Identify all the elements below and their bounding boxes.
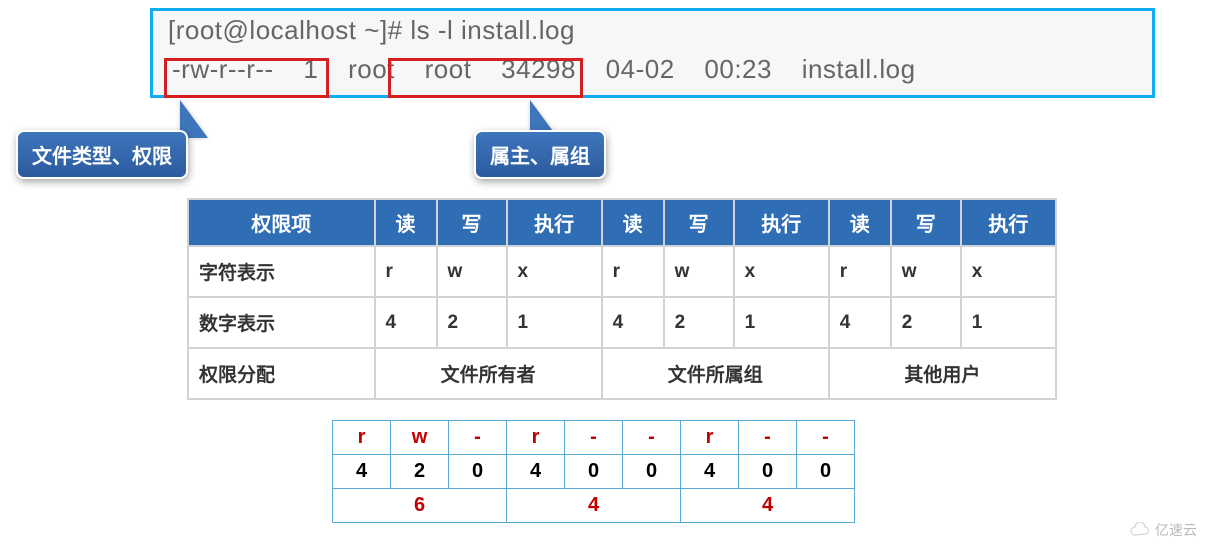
sym-7: - xyxy=(739,421,797,455)
header-read-3: 读 xyxy=(829,199,891,246)
num-row-sums: 6 4 4 xyxy=(333,489,855,523)
val-0: 4 xyxy=(333,455,391,489)
header-write-1: 写 xyxy=(437,199,507,246)
terminal-command: [root@localhost ~]# ls -l install.log xyxy=(168,15,1137,46)
val-6: 4 xyxy=(681,455,739,489)
sum-group: 4 xyxy=(507,489,681,523)
val-1: 2 xyxy=(391,455,449,489)
cell-num-4-2: 4 xyxy=(602,297,664,348)
permission-reference-table: 权限项 读 写 执行 读 写 执行 读 写 执行 字符表示 r w x r w … xyxy=(187,198,1057,400)
terminal-output-box: [root@localhost ~]# ls -l install.log -r… xyxy=(150,8,1155,98)
sym-1: w xyxy=(391,421,449,455)
header-write-3: 写 xyxy=(891,199,961,246)
header-write-2: 写 xyxy=(664,199,734,246)
cell-num-4-3: 4 xyxy=(829,297,891,348)
cell-num-2-2: 2 xyxy=(664,297,734,348)
table-row-char: 字符表示 r w x r w x r w x xyxy=(188,246,1056,297)
cell-char-w1: w xyxy=(437,246,507,297)
cell-alloc-label: 权限分配 xyxy=(188,348,375,399)
sym-8: - xyxy=(797,421,855,455)
cell-char-r2: r xyxy=(602,246,664,297)
sym-6: r xyxy=(681,421,739,455)
cell-char-x2: x xyxy=(734,246,829,297)
table-row-alloc: 权限分配 文件所有者 文件所属组 其他用户 xyxy=(188,348,1056,399)
cell-char-w2: w xyxy=(664,246,734,297)
numeric-example-table: r w - r - - r - - 4 2 0 4 0 0 4 0 0 6 4 … xyxy=(332,420,855,523)
val-5: 0 xyxy=(623,455,681,489)
val-3: 4 xyxy=(507,455,565,489)
num-row-values: 4 2 0 4 0 0 4 0 0 xyxy=(333,455,855,489)
callout-owner-group: 属主、属组 xyxy=(474,130,606,179)
cell-num-1-3: 1 xyxy=(961,297,1056,348)
sym-5: - xyxy=(623,421,681,455)
num-row-symbols: r w - r - - r - - xyxy=(333,421,855,455)
cell-num-2-1: 2 xyxy=(437,297,507,348)
val-2: 0 xyxy=(449,455,507,489)
cell-num-2-3: 2 xyxy=(891,297,961,348)
cell-char-w3: w xyxy=(891,246,961,297)
cell-alloc-owner: 文件所有者 xyxy=(375,348,602,399)
cell-char-x3: x xyxy=(961,246,1056,297)
table-header-row: 权限项 读 写 执行 读 写 执行 读 写 执行 xyxy=(188,199,1056,246)
terminal-output: -rw-r--r-- 1 root root 34298 04-02 00:23… xyxy=(168,54,1137,85)
header-read-1: 读 xyxy=(375,199,437,246)
table-row-num: 数字表示 4 2 1 4 2 1 4 2 1 xyxy=(188,297,1056,348)
header-exec-1: 执行 xyxy=(507,199,602,246)
cell-alloc-other: 其他用户 xyxy=(829,348,1056,399)
cell-char-label: 字符表示 xyxy=(188,246,375,297)
watermark: 亿速云 xyxy=(1129,520,1197,540)
sym-0: r xyxy=(333,421,391,455)
header-read-2: 读 xyxy=(602,199,664,246)
sum-owner: 6 xyxy=(333,489,507,523)
cell-num-label: 数字表示 xyxy=(188,297,375,348)
cell-num-4-1: 4 xyxy=(375,297,437,348)
cell-char-x1: x xyxy=(507,246,602,297)
val-4: 0 xyxy=(565,455,623,489)
cloud-icon xyxy=(1129,522,1151,538)
cell-char-r1: r xyxy=(375,246,437,297)
header-exec-2: 执行 xyxy=(734,199,829,246)
watermark-text: 亿速云 xyxy=(1155,520,1197,540)
sum-other: 4 xyxy=(681,489,855,523)
val-7: 0 xyxy=(739,455,797,489)
sym-3: r xyxy=(507,421,565,455)
cell-num-1-1: 1 xyxy=(507,297,602,348)
val-8: 0 xyxy=(797,455,855,489)
callout-file-type-permission: 文件类型、权限 xyxy=(16,130,188,179)
cell-alloc-group: 文件所属组 xyxy=(602,348,829,399)
cell-num-1-2: 1 xyxy=(734,297,829,348)
sym-4: - xyxy=(565,421,623,455)
sym-2: - xyxy=(449,421,507,455)
header-perm-item: 权限项 xyxy=(188,199,375,246)
cell-char-r3: r xyxy=(829,246,891,297)
header-exec-3: 执行 xyxy=(961,199,1056,246)
